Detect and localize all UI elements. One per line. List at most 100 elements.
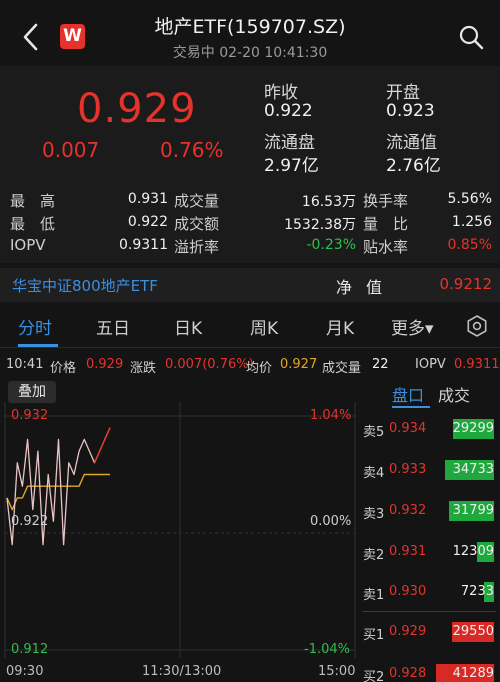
fund-name[interactable]: 华宝中证800地产ETF: [12, 275, 158, 296]
info-iopv-label: IOPV: [415, 357, 446, 372]
order-level-volume: 7233: [460, 584, 494, 599]
info-change: 0.007(0.76%): [165, 357, 254, 372]
amount-value: 1532.38万: [284, 217, 356, 233]
tab-monthly-k[interactable]: 月K: [326, 314, 354, 339]
stats-grid: 最 高 0.931 成交量 16.53万 换手率 5.56% 最 低 0.922…: [0, 181, 500, 263]
order-level-label: 卖1: [363, 588, 385, 603]
pct-axis-bottom-label: -1.04%: [304, 642, 350, 657]
intraday-info-line: 10:41 价格 0.929 涨跌 0.007(0.76%) 均价 0.927 …: [0, 352, 500, 378]
order-book: 盘口 成交 卖5 0.934 29299 卖4 0.933 34733 卖3 0.932 317…: [358, 380, 500, 682]
quote-panel: 0.929 0.007 0.76% 昨收 0.922 开盘 0.923 流通盘 …: [0, 66, 500, 181]
tab-weekly-k[interactable]: 周K: [250, 314, 278, 339]
avg-price-line: [6, 473, 110, 511]
price-change: 0.007: [42, 138, 100, 162]
low-label: 最 低: [10, 215, 56, 233]
iopv-label: IOPV: [10, 236, 46, 254]
intraday-chart[interactable]: 叠加 0.932 0.922 0.912 1.04% 0.00% -1.04% …: [0, 380, 358, 682]
order-book-tab-indicator: [392, 406, 430, 408]
order-level-volume: 29299: [452, 421, 494, 436]
float-value-label: 流通值: [386, 133, 437, 153]
top-bar: W 地产ETF(159707.SZ) 交易中 02-20 10:41:30: [0, 0, 500, 66]
discount-label: 贴水率: [363, 238, 409, 256]
info-change-label: 涨跌: [130, 361, 157, 376]
fund-nav-row[interactable]: 华宝中证800地产ETF 净值 0.9212: [0, 268, 500, 302]
x-axis-end-label: 15:00: [318, 664, 356, 679]
tab-five-day[interactable]: 五日: [96, 314, 130, 339]
order-level-volume: 12309: [452, 544, 494, 559]
x-axis-mid-label: 11:30/13:00: [142, 664, 222, 679]
chart-grid: [4, 402, 356, 658]
info-volume: 22: [372, 357, 389, 372]
order-level-label: 卖5: [363, 425, 385, 440]
order-level-price: 0.932: [389, 503, 427, 518]
price-change-pct: 0.76%: [160, 138, 224, 162]
order-level-price: 0.931: [389, 544, 427, 559]
order-level-price: 0.930: [389, 584, 427, 599]
prev-close-label: 昨收: [264, 83, 298, 103]
order-level-label: 卖3: [363, 507, 385, 522]
tab-trades[interactable]: 成交: [438, 382, 470, 406]
info-price: 0.929: [86, 357, 124, 372]
open-value: 0.923: [386, 101, 435, 121]
high-value: 0.931: [127, 191, 168, 207]
float-shares-value: 2.97亿: [264, 156, 319, 176]
intraday-chart-svg: [4, 402, 356, 658]
pct-axis-mid-label: 0.00%: [310, 514, 352, 529]
active-tab-indicator: [18, 344, 58, 347]
info-avg: 0.927: [280, 357, 318, 372]
order-level-volume: 31799: [452, 503, 494, 518]
premium-value: -0.23%: [306, 237, 356, 253]
info-volume-label: 成交量: [322, 361, 362, 376]
tab-intraday[interactable]: 分时: [18, 314, 52, 339]
vol-ratio-label: 量 比: [363, 215, 409, 233]
info-avg-label: 均价: [246, 361, 273, 376]
order-level-volume: 34733: [452, 462, 494, 477]
pct-axis-top-label: 1.04%: [310, 408, 352, 423]
order-book-row: 买1 0.929 29550: [358, 621, 500, 643]
order-book-row: 卖4 0.933 34733: [358, 459, 500, 481]
info-time: 10:41: [6, 357, 44, 372]
open-label: 开盘: [386, 83, 420, 103]
order-level-label: 卖2: [363, 548, 385, 563]
info-price-label: 价格: [50, 361, 77, 376]
order-level-price: 0.933: [389, 462, 427, 477]
order-level-volume: 41289: [452, 666, 494, 681]
price-line-latest: [93, 427, 111, 464]
tab-daily-k[interactable]: 日K: [174, 314, 202, 339]
order-book-row: 买2 0.928 41289: [358, 663, 500, 682]
chart-tabs: 分时 五日 日K 周K 月K 更多▾: [0, 304, 500, 348]
order-book-row: 卖1 0.930 7233: [358, 581, 500, 603]
last-price: 0.929: [77, 86, 197, 132]
y-axis-bottom-label: 0.912: [11, 642, 49, 657]
info-iopv: 0.9311: [454, 357, 500, 372]
nav-value: 0.9212: [439, 275, 493, 293]
high-label: 最 高: [10, 192, 56, 210]
nav-label: 净值: [336, 278, 397, 297]
iopv-value: 0.9311: [119, 237, 168, 253]
order-book-row: 卖3 0.932 31799: [358, 500, 500, 522]
discount-value: 0.85%: [447, 237, 492, 253]
vol-ratio-value: 1.256: [451, 214, 492, 230]
order-level-volume: 29550: [452, 624, 494, 639]
volume-label: 成交量: [174, 192, 220, 210]
y-axis-mid-label: 0.922: [11, 514, 49, 529]
search-icon[interactable]: [458, 24, 484, 50]
order-level-price: 0.929: [389, 624, 427, 639]
order-level-label: 卖4: [363, 466, 385, 481]
order-level-label: 买2: [363, 670, 385, 682]
tab-order-book[interactable]: 盘口: [392, 382, 424, 406]
amount-label: 成交额: [174, 215, 220, 233]
turnover-value: 5.56%: [447, 191, 492, 207]
turnover-label: 换手率: [363, 192, 409, 210]
x-axis-start-label: 09:30: [6, 664, 44, 679]
premium-label: 溢折率: [174, 238, 220, 256]
order-book-row: 卖5 0.934 29299: [358, 418, 500, 440]
prev-close-value: 0.922: [264, 101, 313, 121]
tab-more[interactable]: 更多▾: [391, 314, 434, 339]
volume-value: 16.53万: [301, 194, 356, 210]
order-level-price: 0.934: [389, 421, 427, 436]
gear-icon[interactable]: [466, 315, 488, 337]
low-value: 0.922: [127, 214, 168, 230]
order-level-label: 买1: [363, 628, 385, 643]
y-axis-top-label: 0.932: [11, 408, 49, 423]
